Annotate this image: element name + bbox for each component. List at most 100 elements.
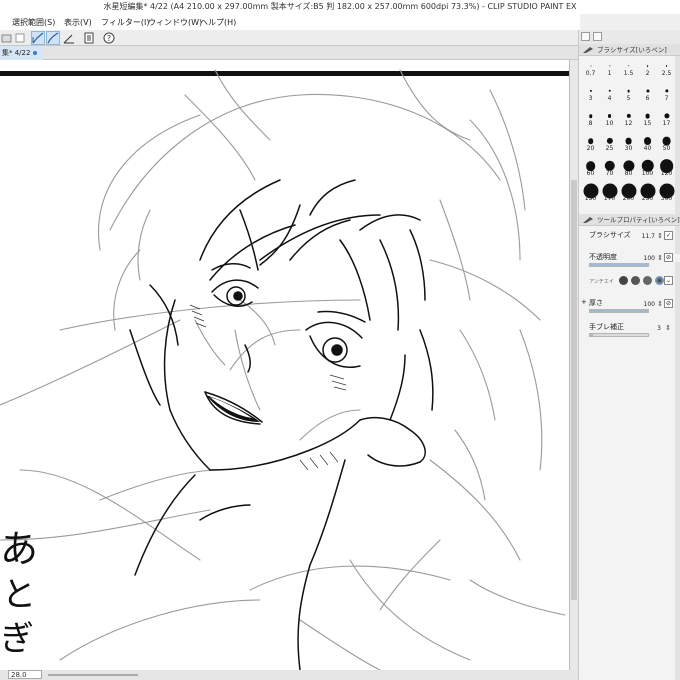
- brush-size-preset[interactable]: 50: [657, 133, 676, 152]
- opacity-slider[interactable]: [589, 263, 649, 267]
- menu-window[interactable]: ウィンドウ(W): [148, 17, 202, 28]
- brush-size-preset[interactable]: 17: [657, 108, 676, 127]
- antialias-none-icon[interactable]: [619, 276, 628, 285]
- brush-size-dot-icon: [625, 137, 632, 145]
- brush-icon[interactable]: [46, 31, 60, 45]
- document-tab[interactable]: 集* 4/22: [0, 46, 44, 60]
- stabilization-spinner-icon[interactable]: ⇕: [665, 324, 671, 332]
- stabilization-property[interactable]: 手ブレ補正 3 ⇕: [579, 320, 675, 340]
- brush-size-preset[interactable]: 200: [619, 183, 638, 202]
- brush-size-preset[interactable]: 60: [581, 158, 600, 177]
- brush-size-dot-icon: [589, 89, 592, 93]
- brush-size-dot-icon: [606, 137, 613, 145]
- thickness-property[interactable]: + 厚さ 100 ⇕ ⊘: [579, 296, 675, 316]
- panel-toggle-icon[interactable]: [581, 32, 590, 41]
- canvas-scrollbar-thumb[interactable]: [571, 180, 577, 600]
- brush-size-preset[interactable]: 30: [619, 133, 638, 152]
- opacity-disable-icon[interactable]: ⊘: [664, 253, 673, 262]
- stabilization-slider[interactable]: [589, 333, 649, 337]
- drawing-canvas[interactable]: あ と ぎ: [0, 60, 570, 670]
- canvas-scrollbar[interactable]: [570, 60, 578, 670]
- brush-size-panel-title: ブラシサイズ[いろペン]: [597, 46, 667, 54]
- brush-size-preset[interactable]: 80: [619, 158, 638, 177]
- brush-size-preset-label: 4: [607, 95, 612, 102]
- antialias-weak-icon[interactable]: [631, 276, 640, 285]
- menu-help[interactable]: ヘルプ(H): [200, 17, 236, 28]
- tool-property-panel-header[interactable]: ツールプロパティ[いろペン]: [579, 214, 680, 226]
- brush-size-label: ブラシサイズ: [589, 231, 631, 239]
- brush-size-preset[interactable]: 25: [600, 133, 619, 152]
- brush-size-preset[interactable]: 15: [638, 108, 657, 127]
- brush-size-preset[interactable]: 3: [581, 83, 600, 102]
- brush-size-preset[interactable]: 1.5: [619, 58, 638, 77]
- ruler-icon[interactable]: [62, 31, 76, 45]
- brush-size-preset[interactable]: 4: [600, 83, 619, 102]
- brush-size-value[interactable]: 11.7: [642, 233, 655, 240]
- antialias-label: アンチエイ: [589, 279, 614, 285]
- brush-size-preset-label: 25: [605, 145, 614, 152]
- brush-size-preset[interactable]: 5: [619, 83, 638, 102]
- brush-size-preset-label: 1.5: [623, 70, 634, 77]
- layer-icon[interactable]: [13, 31, 27, 45]
- thickness-disable-icon[interactable]: ⊘: [664, 299, 673, 308]
- brush-size-preset[interactable]: 250: [638, 183, 657, 202]
- menu-view[interactable]: 表示(V): [64, 17, 92, 28]
- brush-size-preset-label: 100: [641, 170, 654, 177]
- brush-size-preset[interactable]: 300: [657, 183, 676, 202]
- brush-size-preset-label: 2: [645, 70, 650, 77]
- brush-size-dot-icon: [608, 65, 611, 67]
- brush-size-preset[interactable]: 2.5: [657, 58, 676, 77]
- antialias-strong-icon[interactable]: [655, 276, 664, 285]
- brush-size-preset[interactable]: 7: [657, 83, 676, 102]
- menu-selection[interactable]: 選択範囲(S): [12, 17, 55, 28]
- artwork: [0, 69, 569, 670]
- antialias-dropdown-icon[interactable]: ⌄: [664, 276, 673, 285]
- antialias-property[interactable]: アンチエイ ⌄: [579, 274, 675, 294]
- help-icon[interactable]: ?: [102, 31, 116, 45]
- brush-size-preset[interactable]: 150: [581, 183, 600, 202]
- document-tab-label: 集* 4/22: [2, 49, 31, 57]
- brush-size-preset[interactable]: 1: [600, 58, 619, 77]
- brush-size-preset[interactable]: 170: [600, 183, 619, 202]
- brush-size-check-icon[interactable]: ✓: [664, 231, 673, 240]
- zoom-field[interactable]: 28.0: [8, 670, 42, 679]
- tool-property-scrollbar[interactable]: [675, 262, 680, 680]
- thickness-spinner-icon[interactable]: ⇕: [657, 300, 663, 308]
- antialias-medium-icon[interactable]: [643, 276, 652, 285]
- opacity-value[interactable]: 100: [644, 255, 655, 262]
- eraser-icon[interactable]: [0, 31, 14, 45]
- menu-filter[interactable]: フィルター(I): [101, 17, 149, 28]
- brush-size-preset[interactable]: 20: [581, 133, 600, 152]
- brush-size-preset-label: 20: [586, 145, 595, 152]
- brush-size-preset-label: 80: [624, 170, 633, 177]
- brush-size-dot-icon: [627, 65, 630, 67]
- brush-size-preset[interactable]: 10: [600, 108, 619, 127]
- brush-size-preset[interactable]: 2: [638, 58, 657, 77]
- brush-size-spinner-icon[interactable]: ⇕: [657, 232, 663, 240]
- tool-property-panel-title: ツールプロパティ[いろペン]: [597, 216, 680, 224]
- brush-size-preset[interactable]: 70: [600, 158, 619, 177]
- brush-size-preset-label: 1: [607, 70, 612, 77]
- brush-size-preset[interactable]: 0.7: [581, 58, 600, 77]
- pen-icon[interactable]: [31, 31, 45, 45]
- canvas-text-2: と: [2, 575, 36, 615]
- brush-size-panel-header[interactable]: ブラシサイズ[いろペン]: [579, 44, 680, 56]
- brush-size-preset[interactable]: 100: [638, 158, 657, 177]
- brush-size-preset[interactable]: 12: [619, 108, 638, 127]
- opacity-property[interactable]: 不透明度 100 ⇕ ⊘: [579, 250, 675, 270]
- opacity-spinner-icon[interactable]: ⇕: [657, 254, 663, 262]
- thickness-slider[interactable]: [589, 309, 649, 313]
- brush-size-preset[interactable]: 40: [638, 133, 657, 152]
- brush-size-property[interactable]: ブラシサイズ 11.7 ⇕ ✓: [579, 228, 675, 248]
- brush-size-dot-icon: [645, 89, 650, 93]
- thickness-value[interactable]: 100: [644, 301, 655, 308]
- document-icon[interactable]: [82, 31, 96, 45]
- brush-size-preset[interactable]: 8: [581, 108, 600, 127]
- zoom-slider[interactable]: [48, 674, 138, 676]
- stabilization-value[interactable]: 3: [657, 325, 661, 332]
- expand-icon[interactable]: +: [581, 298, 587, 306]
- brush-size-preset[interactable]: 120: [657, 158, 676, 177]
- brush-size-preset[interactable]: 6: [638, 83, 657, 102]
- brush-size-preset-label: 3: [588, 95, 593, 102]
- panel-menu-icon[interactable]: [593, 32, 602, 41]
